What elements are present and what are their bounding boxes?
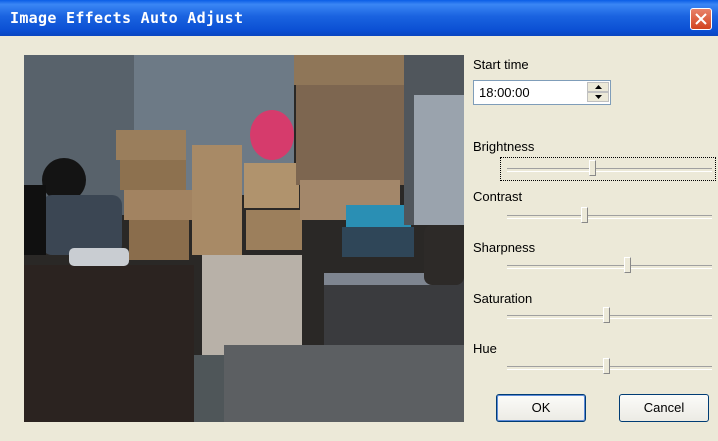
start-time-input[interactable]: 18:00:00 <box>473 80 611 105</box>
title-bar[interactable]: Image Effects Auto Adjust <box>0 0 718 36</box>
hue-slider[interactable] <box>507 357 712 377</box>
cancel-button[interactable]: Cancel <box>619 394 709 422</box>
spin-up-button[interactable] <box>587 82 609 92</box>
spin-down-button[interactable] <box>587 92 609 102</box>
dialog-window: Image Effects Auto Adjust Start time 18:… <box>0 0 718 441</box>
brightness-slider[interactable] <box>507 159 712 179</box>
close-icon <box>695 13 707 25</box>
saturation-label: Saturation <box>473 291 533 306</box>
slider-thumb[interactable] <box>580 207 588 223</box>
start-time-label: Start time <box>473 57 529 72</box>
camera-preview-image <box>24 55 464 422</box>
close-button[interactable] <box>690 8 712 30</box>
sharpness-slider[interactable] <box>507 256 712 276</box>
contrast-slider[interactable] <box>507 206 712 226</box>
contrast-label: Contrast <box>473 189 523 204</box>
window-title: Image Effects Auto Adjust <box>10 9 244 27</box>
hue-label: Hue <box>473 341 497 356</box>
slider-thumb[interactable] <box>623 257 631 273</box>
ok-button[interactable]: OK <box>496 394 586 422</box>
arrow-down-icon <box>595 95 602 99</box>
slider-track <box>507 265 712 269</box>
slider-thumb[interactable] <box>603 307 611 323</box>
camera-preview <box>24 55 464 422</box>
saturation-slider[interactable] <box>507 306 712 326</box>
slider-track <box>507 168 712 172</box>
start-time-value: 18:00:00 <box>479 85 530 100</box>
slider-track <box>507 215 712 219</box>
brightness-label: Brightness <box>473 139 535 154</box>
slider-thumb[interactable] <box>603 358 611 374</box>
slider-thumb[interactable] <box>589 160 597 176</box>
arrow-up-icon <box>595 85 602 89</box>
sharpness-label: Sharpness <box>473 240 536 255</box>
